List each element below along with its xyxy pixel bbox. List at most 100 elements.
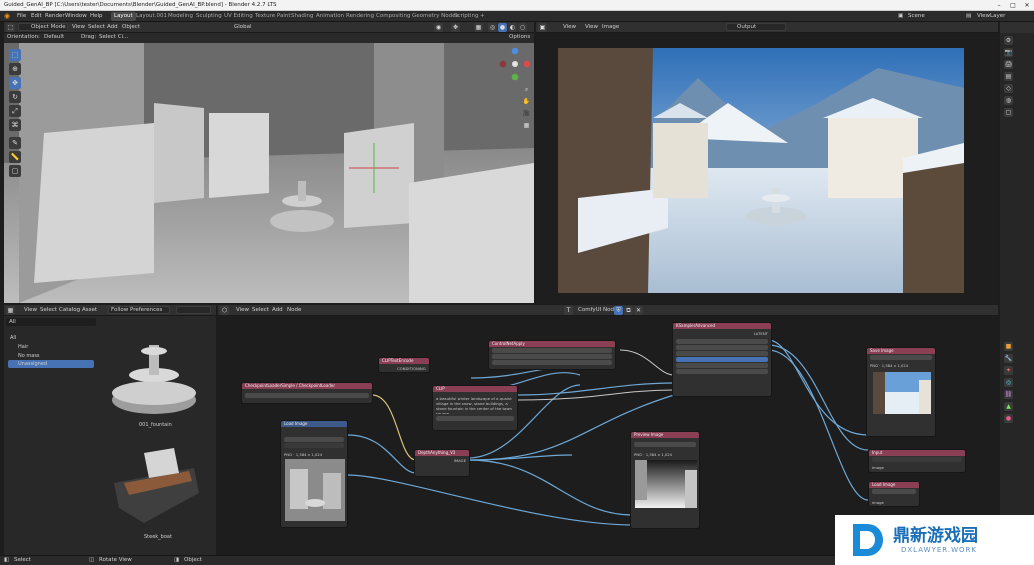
ksampler-cfg-field[interactable]	[676, 363, 768, 368]
tab-modeling[interactable]: Modeling	[165, 12, 196, 21]
tool-select-box[interactable]: ⬚	[9, 49, 21, 61]
tool-properties-icon[interactable]: ⚙	[1004, 36, 1013, 45]
viewport-menu-add[interactable]: Add	[107, 24, 118, 30]
object-properties-icon[interactable]: ■	[1004, 342, 1013, 351]
asset-menu-catalog[interactable]: Catalog	[59, 307, 80, 313]
render-properties-icon[interactable]: 📷	[1004, 48, 1013, 57]
clip-field[interactable]	[436, 416, 514, 421]
menu-help[interactable]: Help	[90, 13, 103, 19]
scene-selector[interactable]: Scene	[908, 13, 925, 19]
xray-icon[interactable]: ▦	[474, 23, 483, 32]
controlnet-start-field[interactable]	[492, 354, 612, 359]
preview-depth-field[interactable]	[634, 442, 696, 447]
maximize-icon[interactable]: □	[1008, 1, 1018, 10]
shading-material-icon[interactable]: ◐	[508, 23, 517, 32]
editor-type-icon[interactable]: ▦	[6, 306, 15, 315]
physics-properties-icon[interactable]: ◎	[1004, 378, 1013, 387]
tool-cursor[interactable]: ⊕	[9, 63, 21, 75]
menu-file[interactable]: File	[17, 13, 26, 19]
scene-properties-icon[interactable]: ◇	[1004, 84, 1013, 93]
ksampler-seed-field[interactable]	[676, 345, 768, 350]
node-conditioning[interactable]: CLIPTextEncode CONDITIONING	[378, 357, 430, 373]
constraints-properties-icon[interactable]: ⛓	[1004, 390, 1013, 399]
shading-solid-icon[interactable]: ●	[498, 23, 507, 32]
viewport-menu-view[interactable]: View	[72, 24, 85, 30]
menu-window[interactable]: Window	[65, 13, 87, 19]
node-clip-text[interactable]: CLIP a beautiful winter landscape of a q…	[432, 385, 518, 431]
node-controlnet-apply[interactable]: ControlNetApply	[488, 340, 616, 370]
node-load-image-2[interactable]: Load Image image	[868, 481, 920, 507]
camera-view-icon[interactable]: 🎥	[522, 109, 531, 118]
pan-hand-icon[interactable]: ✋	[522, 97, 531, 106]
tab-rendering[interactable]: Rendering	[343, 12, 377, 21]
viewport-3d[interactable]: ⬚ Object Mode View Select Add Object Glo…	[4, 22, 534, 303]
tab-sculpting[interactable]: Sculpting	[193, 12, 225, 21]
visibility-icon[interactable]: ◉	[434, 23, 443, 32]
tool-move[interactable]: ✥	[9, 77, 21, 89]
shading-wireframe-icon[interactable]: ◎	[488, 23, 497, 32]
asset-menu-view[interactable]: View	[24, 307, 37, 313]
data-properties-icon[interactable]: ▲	[1004, 402, 1013, 411]
save-image-prefix-field[interactable]	[870, 355, 932, 360]
load-image-path-field[interactable]	[284, 437, 344, 442]
viewport-menu-select[interactable]: Select	[88, 24, 105, 30]
tool-add-cube[interactable]: ▢	[9, 165, 21, 177]
tool-measure[interactable]: 📏	[9, 151, 21, 163]
tab-uv-editing[interactable]: UV Editing	[221, 12, 256, 21]
tab-add-workspace[interactable]: +	[477, 12, 488, 21]
node-save-image[interactable]: Save Image PNG · 1,584 x 1,024	[866, 347, 936, 437]
tab-compositing[interactable]: Compositing	[373, 12, 413, 21]
editor-type-icon[interactable]: ⬚	[6, 23, 15, 32]
material-properties-icon[interactable]: ●	[1004, 414, 1013, 423]
ksampler-sampler-field[interactable]	[676, 369, 768, 374]
menu-render[interactable]: Render	[45, 13, 65, 19]
asset-search-input[interactable]	[176, 306, 211, 314]
zoom-icon[interactable]: ⌕	[522, 85, 531, 94]
asset-thumb-fountain[interactable]	[104, 325, 204, 435]
drag-dropdown[interactable]: Select Ci...	[99, 34, 128, 40]
transform-orientation[interactable]: Global	[234, 24, 252, 30]
image-menu-view-2[interactable]: View	[585, 24, 598, 30]
node-clip-prompt[interactable]: a beautiful winter landscape of a quaint…	[436, 396, 516, 414]
tree-item-unassigned[interactable]: Unassigned	[8, 360, 94, 368]
tab-animation[interactable]: Animation	[313, 12, 347, 21]
asset-thumb-boat[interactable]	[104, 433, 204, 533]
node-input[interactable]: Input Image	[868, 449, 966, 473]
controlnet-strength-field[interactable]	[492, 348, 612, 353]
load-image-tabs[interactable]	[284, 443, 344, 448]
particles-properties-icon[interactable]: ✦	[1004, 366, 1013, 375]
tree-item-hair[interactable]: Hair	[18, 344, 28, 350]
orientation-dropdown[interactable]: Default	[44, 34, 64, 40]
tree-item-no-mass[interactable]: No mass	[18, 353, 40, 359]
input-tabs[interactable]	[872, 457, 962, 462]
node-load-image[interactable]: Load Image PNG · 1,584 x 1,024	[280, 420, 348, 528]
gizmo-icon[interactable]: ✥	[451, 23, 460, 32]
ortho-grid-icon[interactable]: ▦	[522, 121, 531, 130]
asset-menu-select[interactable]: Select	[40, 307, 57, 313]
asset-browser[interactable]: ▦ View Select Catalog Asset Follow Prefe…	[4, 305, 216, 555]
minimize-icon[interactable]: –	[994, 1, 1004, 10]
load-image-2-field[interactable]	[872, 489, 916, 494]
tab-layout[interactable]: Layout	[111, 12, 136, 21]
view-layer-properties-icon[interactable]: ▤	[1004, 72, 1013, 81]
editor-type-icon[interactable]: ▣	[538, 23, 547, 32]
asset-menu-asset[interactable]: Asset	[82, 307, 97, 313]
tool-rotate[interactable]: ↻	[9, 91, 21, 103]
collection-properties-icon[interactable]: ▢	[1004, 108, 1013, 117]
tool-annotate[interactable]: ✎	[9, 137, 21, 149]
node-ksampler[interactable]: KSamplerAdvanced LATENT	[672, 322, 772, 397]
shading-rendered-icon[interactable]: ○	[518, 23, 527, 32]
ksampler-steps-field[interactable]	[676, 357, 768, 362]
image-menu-view[interactable]: View	[563, 24, 576, 30]
blender-logo-icon[interactable]: ◉	[4, 12, 10, 20]
node-checkpoint-loader[interactable]: CheckpointLoaderSimple / CheckpointLoade…	[241, 382, 373, 404]
options-menu[interactable]: Options	[509, 34, 530, 40]
catalog-filter[interactable]: All	[6, 318, 96, 326]
view-layer-selector[interactable]: ViewLayer	[977, 13, 1005, 19]
ksampler-noise-field[interactable]	[676, 339, 768, 344]
checkpoint-field[interactable]	[245, 393, 369, 398]
menu-edit[interactable]: Edit	[31, 13, 42, 19]
controlnet-end-field[interactable]	[492, 360, 612, 365]
tool-transform[interactable]: ⌘	[9, 119, 21, 131]
tool-scale[interactable]: ⤢	[9, 105, 21, 117]
